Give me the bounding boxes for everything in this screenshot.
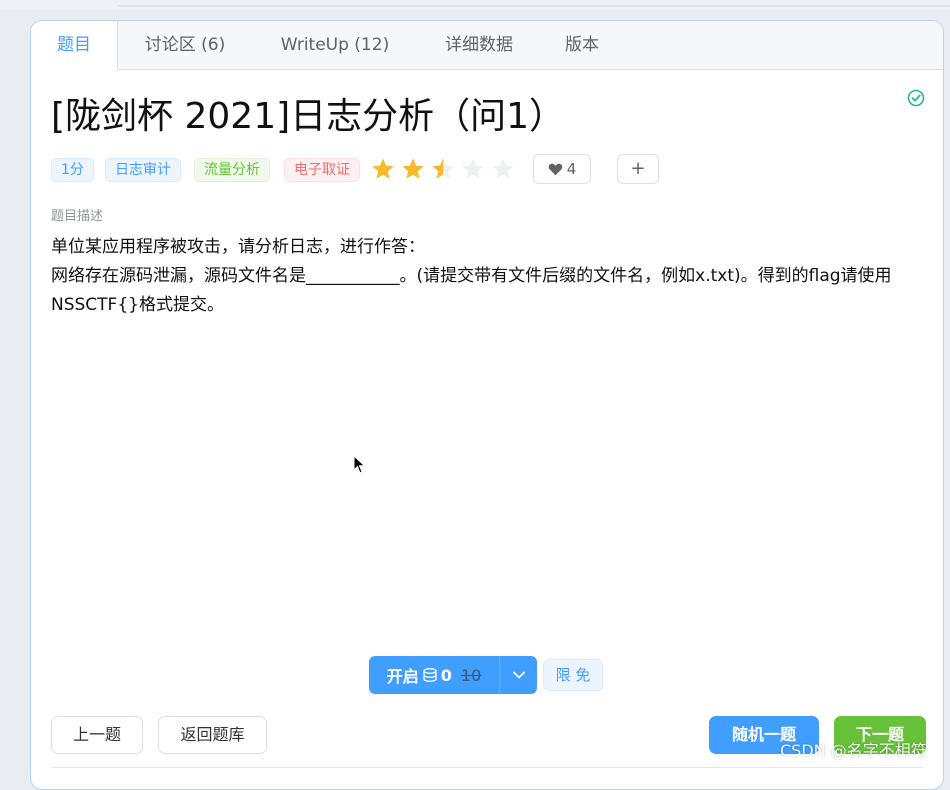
watermark: CSDN @名字不相符: [780, 741, 927, 760]
description-line: 单位某应用程序被攻击，请分析日志，进行作答：: [51, 237, 425, 257]
tag-log-audit[interactable]: 日志审计: [105, 158, 181, 182]
like-count: 4: [566, 160, 577, 178]
start-dropdown-button[interactable]: [499, 656, 537, 694]
star-icon[interactable]: [401, 157, 425, 181]
add-button[interactable]: +: [617, 154, 659, 184]
tab-bar: 题目 讨论区 (6) WriteUp (12) 详细数据 版本: [31, 21, 943, 70]
like-button[interactable]: 4: [533, 154, 591, 184]
heart-icon: [548, 163, 563, 176]
tab-writeup[interactable]: WriteUp (12): [265, 21, 405, 69]
star-icon[interactable]: [431, 157, 455, 181]
problem-description: 单位某应用程序被攻击，请分析日志，进行作答： 网络存在源码泄漏，源码文件名是__…: [51, 233, 921, 320]
start-label: 开启: [386, 667, 419, 686]
chevron-down-icon: [512, 671, 525, 679]
tab-discussion[interactable]: 讨论区 (6): [127, 21, 243, 69]
bottom-divider: [51, 767, 923, 768]
back-to-list-button[interactable]: 返回题库: [158, 716, 267, 754]
start-original-cost: 10: [460, 665, 482, 685]
tab-details[interactable]: 详细数据: [429, 21, 529, 69]
start-instance-button[interactable]: 开启 0 10: [369, 656, 499, 694]
mouse-cursor-icon: [353, 455, 366, 474]
solved-check-icon: [907, 89, 925, 107]
description-label: 题目描述: [51, 209, 104, 224]
star-icon[interactable]: [371, 157, 395, 181]
start-button-group: 开启 0 10: [369, 656, 537, 694]
tab-version[interactable]: 版本: [549, 21, 615, 69]
top-divider: [118, 5, 950, 7]
problem-card: 题目 讨论区 (6) WriteUp (12) 详细数据 版本 [陇剑杯 202…: [30, 20, 944, 790]
start-cost: 0: [440, 665, 452, 685]
free-badge: 限 免: [543, 659, 603, 691]
tag-score[interactable]: 1分: [51, 158, 94, 182]
prev-problem-button[interactable]: 上一题: [51, 716, 143, 754]
description-line: 网络存在源码泄漏，源码文件名是___________。(请提交带有文件后缀的文件…: [51, 266, 892, 315]
star-icon[interactable]: [491, 157, 515, 181]
tag-forensics[interactable]: 电子取证: [284, 158, 360, 182]
tag-traffic-analysis[interactable]: 流量分析: [194, 158, 270, 182]
top-strip: [0, 0, 950, 10]
coins-icon: [423, 668, 437, 682]
star-icon[interactable]: [461, 157, 485, 181]
problem-title: [陇剑杯 2021]日志分析（问1）: [51, 96, 566, 137]
tab-problem[interactable]: 题目: [31, 21, 118, 70]
